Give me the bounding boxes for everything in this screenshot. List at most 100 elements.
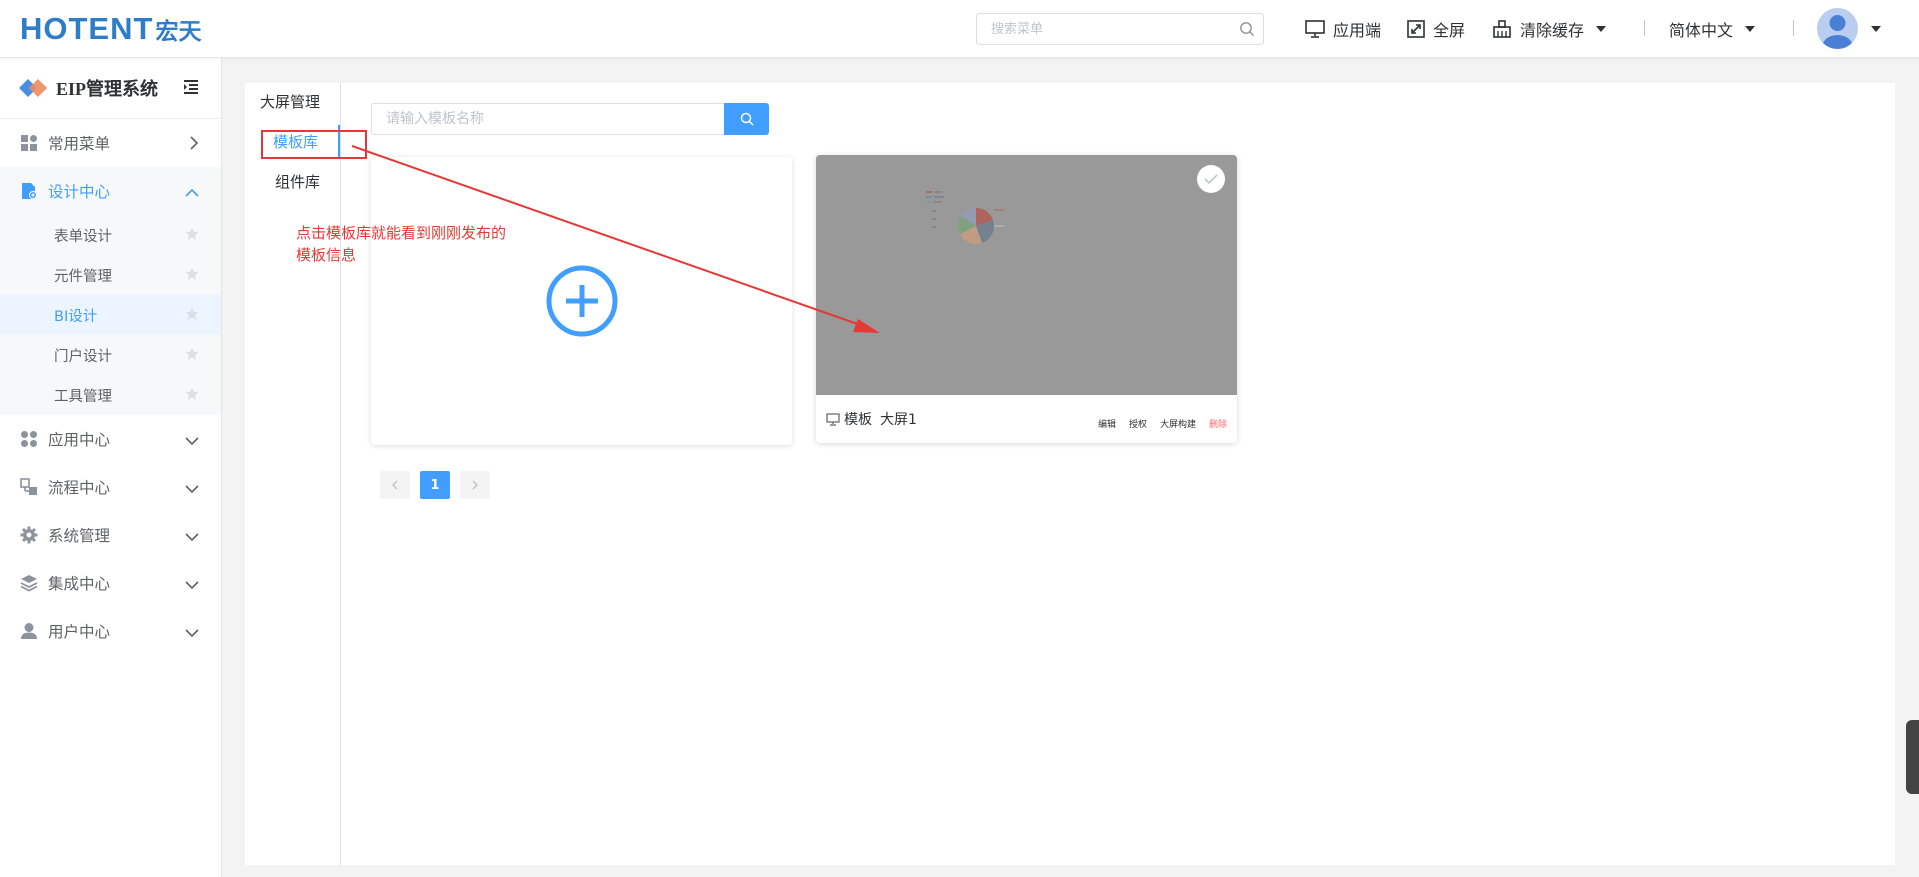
chevron-left-icon [392,480,398,490]
menu-label: 常用菜单 [48,135,111,153]
logo[interactable]: HOTENT 宏天 [20,10,201,48]
sidebar: EIP管理系统 常用菜单 设计中心 表单设计 元件管理 BI设计 门户设计 工具… [0,58,222,877]
plus-circle-icon [546,265,617,337]
chevron-up-icon [185,184,199,202]
star-icon[interactable] [185,227,199,245]
submenu-form-design[interactable]: 表单设计 [0,215,221,255]
menu-label: 系统管理 [48,527,111,545]
star-icon[interactable] [185,347,199,365]
search-icon [740,112,754,126]
menu-user-center[interactable]: 用户中心 [0,607,221,655]
caret-down-icon [1745,26,1756,32]
submenu-label: 工具管理 [54,388,112,405]
chevron-down-icon [185,576,199,594]
design-submenu: 表单设计 元件管理 BI设计 门户设计 工具管理 [0,215,221,415]
add-template-card[interactable] [371,157,792,445]
logo-cn-text: 宏天 [155,19,202,45]
next-page-button[interactable] [460,471,490,499]
submenu-bi-design[interactable]: BI设计 [0,295,221,335]
apps-icon [20,430,38,448]
fullscreen-icon [1407,20,1425,38]
user-avatar[interactable] [1817,8,1858,49]
edit-link[interactable]: 编辑 [1098,417,1116,430]
user-menu-caret-icon[interactable] [1871,26,1881,32]
chevron-right-icon [189,136,199,154]
template-search-bar [371,103,769,135]
menu-common[interactable]: 常用菜单 [0,119,221,167]
monitor-icon [826,412,840,426]
submenu-element-manage[interactable]: 元件管理 [0,255,221,295]
tab-component-library[interactable]: 组件库 [244,165,340,199]
divider [1644,20,1645,36]
menu-label: 应用中心 [48,431,111,449]
menu-label: 设计中心 [48,183,111,201]
dashboard-icon [20,134,38,152]
menu-search-input[interactable] [991,14,1231,44]
star-icon[interactable] [185,267,199,285]
submenu-label: BI设计 [54,308,98,325]
pagination: 1 [380,471,500,499]
template-card-footer: 模板 大屏1 编辑 授权 大屏构建 删除 [816,395,1237,443]
menu-app-center[interactable]: 应用中心 [0,415,221,463]
top-header: HOTENT 宏天 应用端 全屏 清除缓存 简体中文 [0,0,1919,58]
chevron-down-icon [185,480,199,498]
menu-label: 流程中心 [48,479,111,497]
system-title: EIP管理系统 [56,79,159,99]
flow-icon [20,478,38,496]
chevron-right-icon [472,480,478,490]
submenu-label: 表单设计 [54,228,112,245]
menu-process-center[interactable]: 流程中心 [0,463,221,511]
vertical-tabs: 大屏管理 模板库 组件库 [245,83,341,865]
template-card[interactable]: 模板 大屏1 编辑 授权 大屏构建 删除 [816,155,1237,443]
template-preview[interactable] [816,155,1237,395]
menu-search-box [976,13,1264,45]
menu-label: 集成中心 [48,575,111,593]
submenu-label: 门户设计 [54,348,112,365]
eip-logo-icon [19,79,47,97]
language-dropdown[interactable]: 简体中文 [1669,16,1756,42]
broom-icon [1493,20,1511,38]
search-icon[interactable] [1239,21,1255,41]
chevron-down-icon [185,624,199,642]
gear-icon [20,526,38,544]
app-end-label: 应用端 [1333,21,1382,40]
menu-label: 用户中心 [48,623,111,641]
prev-page-button[interactable] [380,471,410,499]
caret-down-icon [1596,26,1607,32]
preview-thumbnail-chart [926,191,1004,244]
page-number[interactable]: 1 [420,471,450,499]
star-icon[interactable] [185,307,199,325]
tab-screen-manage[interactable]: 大屏管理 [244,85,340,119]
side-toolbar-handle[interactable] [1906,720,1919,794]
check-icon[interactable] [1197,165,1225,193]
collapse-menu-icon[interactable] [183,80,199,98]
template-search-input[interactable] [371,103,724,135]
template-actions: 编辑 授权 大屏构建 删除 [1085,417,1227,430]
chevron-down-icon [185,432,199,450]
clear-cache-label: 清除缓存 [1520,21,1585,40]
system-title-bar: EIP管理系统 [0,58,221,119]
design-doc-icon [20,182,38,200]
layers-icon [20,574,38,592]
menu-system-manage[interactable]: 系统管理 [0,511,221,559]
build-screen-link[interactable]: 大屏构建 [1160,417,1196,430]
menu-design-center[interactable]: 设计中心 [0,167,221,215]
user-icon [20,622,38,640]
chevron-down-icon [185,528,199,546]
delete-link[interactable]: 删除 [1209,417,1227,430]
annotation-text: 点击模板库就能看到刚刚发布的模板信息 [296,224,507,264]
submenu-tool-manage[interactable]: 工具管理 [0,375,221,415]
menu-integration-center[interactable]: 集成中心 [0,559,221,607]
template-search-button[interactable] [724,103,769,135]
authorize-link[interactable]: 授权 [1129,417,1147,430]
fullscreen-label: 全屏 [1433,21,1466,40]
fullscreen-button[interactable]: 全屏 [1407,16,1465,42]
monitor-icon [1305,20,1325,38]
star-icon[interactable] [185,387,199,405]
submenu-portal-design[interactable]: 门户设计 [0,335,221,375]
logo-text: HOTENT [20,11,154,46]
app-end-button[interactable]: 应用端 [1305,16,1381,42]
clear-cache-dropdown[interactable]: 清除缓存 [1492,16,1607,42]
template-name: 大屏1 [880,412,917,428]
template-type-label: 模板 [844,412,872,428]
